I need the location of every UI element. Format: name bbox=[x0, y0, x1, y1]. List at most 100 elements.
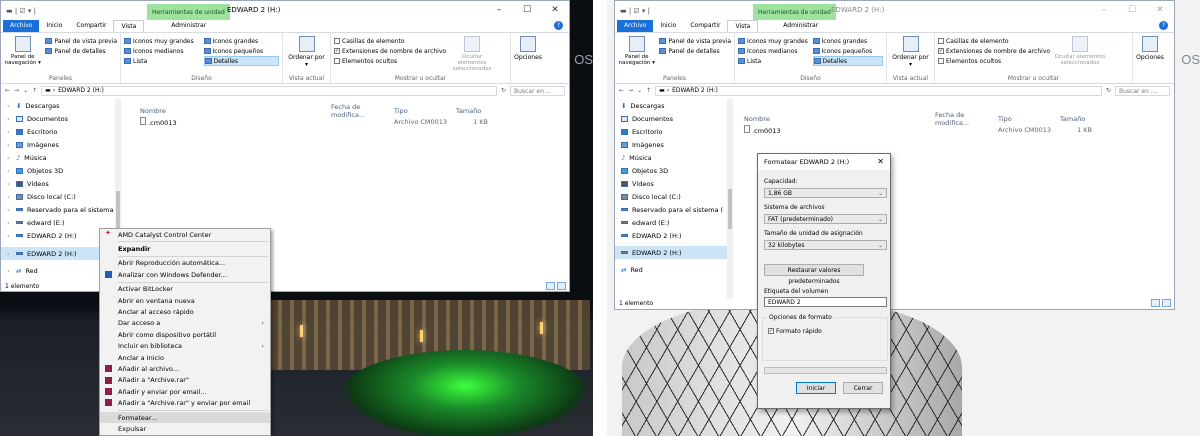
nav-item-documentos[interactable]: Documentos bbox=[615, 112, 733, 125]
forward-arrow-icon[interactable]: → bbox=[628, 87, 633, 94]
column-tipo[interactable]: Tipo bbox=[394, 107, 456, 115]
refresh-icon[interactable]: ↻ bbox=[1106, 87, 1111, 94]
layout-option[interactable]: Iconos pequeños bbox=[812, 46, 884, 56]
minimize-button[interactable]: – bbox=[1090, 1, 1118, 20]
column-fecha[interactable]: Fecha de modifica... bbox=[935, 111, 998, 127]
details-view-icon[interactable] bbox=[546, 282, 555, 290]
tab-inicio[interactable]: Inicio bbox=[39, 20, 69, 32]
tab-inicio[interactable]: Inicio bbox=[653, 20, 683, 32]
filesystem-select[interactable]: FAT (predeterminado) ⌄ bbox=[764, 214, 887, 224]
layout-option[interactable]: Iconos muy grandes bbox=[738, 36, 809, 46]
layout-option-selected[interactable]: Detalles bbox=[812, 56, 883, 66]
column-nombre[interactable]: Nombre bbox=[740, 115, 935, 123]
menu-item-autoplay[interactable]: Abrir Reproducción automática... bbox=[100, 258, 270, 269]
nav-item-disco-c[interactable]: › Disco local (C:) bbox=[1, 190, 121, 203]
nav-item-red[interactable]: ⇄ Red bbox=[615, 263, 733, 276]
forward-arrow-icon[interactable]: → bbox=[14, 87, 19, 94]
column-nombre[interactable]: Nombre bbox=[126, 107, 331, 115]
hide-selected-button[interactable]: Ocultar elementos seleccionados bbox=[1054, 36, 1106, 73]
address-bar[interactable]: ▬ › EDWARD 2 (H:) bbox=[655, 85, 1102, 96]
nav-item-escritorio[interactable]: › Escritorio bbox=[1, 125, 121, 138]
nav-pane-button[interactable]: Panel de navegación ▾ bbox=[4, 36, 41, 73]
start-button[interactable]: Iniciar bbox=[796, 382, 836, 394]
preview-pane-button[interactable]: Panel de vista previa bbox=[659, 36, 731, 46]
search-input[interactable]: Buscar en ... bbox=[510, 85, 565, 96]
nav-item-descargas[interactable]: ⬇ Descargas bbox=[615, 99, 733, 112]
back-arrow-icon[interactable]: ← bbox=[5, 87, 10, 94]
help-icon[interactable]: ? bbox=[554, 21, 563, 30]
up-arrow-icon[interactable]: ↑ bbox=[32, 87, 37, 94]
tab-vista[interactable]: Vista bbox=[113, 20, 145, 32]
sort-button[interactable]: Ordenar por ▾ bbox=[890, 54, 931, 68]
menu-item-new-window[interactable]: Abrir en ventana nueva bbox=[100, 295, 270, 306]
tab-administrar[interactable]: Administrar bbox=[164, 20, 213, 32]
checkbox-item-boxes[interactable]: Casillas de elemento bbox=[334, 36, 446, 46]
restore-defaults-button[interactable]: Restaurar valores predeterminados bbox=[764, 264, 864, 285]
close-button[interactable]: ✕ bbox=[541, 1, 569, 20]
maximize-button[interactable]: ☐ bbox=[513, 1, 541, 20]
up-arrow-icon[interactable]: ↑ bbox=[646, 87, 651, 94]
tab-administrar[interactable]: Administrar bbox=[776, 20, 825, 32]
nav-item-objetos-3d[interactable]: Objetos 3D bbox=[615, 164, 733, 177]
nav-item-edward2-h-selected[interactable]: EDWARD 2 (H:) bbox=[615, 246, 733, 259]
nav-item-imagenes[interactable]: › Imágenes bbox=[1, 138, 121, 151]
nav-item-musica[interactable]: ♪ Música bbox=[615, 151, 733, 164]
menu-item-expulsar[interactable]: Expulsar bbox=[100, 423, 270, 434]
layout-option[interactable]: Iconos muy grandes bbox=[124, 36, 200, 46]
refresh-icon[interactable]: ↻ bbox=[501, 87, 506, 94]
maximize-button[interactable]: ☐ bbox=[1118, 1, 1146, 20]
volume-label-input[interactable]: EDWARD 2 bbox=[764, 297, 887, 307]
tab-compartir[interactable]: Compartir bbox=[69, 20, 113, 32]
options-button[interactable]: Opciones bbox=[511, 33, 545, 83]
layout-option[interactable]: Lista bbox=[738, 56, 809, 66]
help-icon[interactable]: ? bbox=[1159, 21, 1168, 30]
checkbox-hidden[interactable]: Elementos ocultos bbox=[938, 56, 1050, 66]
menu-item-pin-quick[interactable]: Anclar al acceso rápido bbox=[100, 306, 270, 317]
menu-item-defender[interactable]: Analizar con Windows Defender... bbox=[100, 269, 270, 280]
column-tipo[interactable]: Tipo bbox=[998, 115, 1060, 123]
layout-option[interactable]: Lista bbox=[124, 56, 200, 66]
nav-item-objetos-3d[interactable]: › Objetos 3D bbox=[1, 164, 121, 177]
nav-item-edward-e[interactable]: edward (E:) bbox=[615, 216, 733, 229]
menu-item-amd[interactable]: ✦ AMD Catalyst Control Center bbox=[100, 229, 270, 240]
menu-item-rar-archive-email[interactable]: Añadir a "Archive.rar" y enviar por emai… bbox=[100, 397, 270, 408]
column-tamano[interactable]: Tamaño bbox=[456, 107, 496, 115]
back-arrow-icon[interactable]: ← bbox=[619, 87, 624, 94]
nav-item-reservado[interactable]: › Reservado para el sistema ( bbox=[1, 203, 121, 216]
nav-item-imagenes[interactable]: Imágenes bbox=[615, 138, 733, 151]
nav-item-musica[interactable]: › ♪ Música bbox=[1, 151, 121, 164]
preview-pane-button[interactable]: Panel de vista previa bbox=[45, 36, 117, 46]
options-button[interactable]: Opciones bbox=[1133, 33, 1167, 83]
chevron-down-icon[interactable]: ⌄ bbox=[637, 87, 642, 94]
sort-button[interactable]: Ordenar por ▾ bbox=[286, 54, 327, 68]
minimize-button[interactable]: – bbox=[485, 1, 513, 20]
nav-item-reservado[interactable]: Reservado para el sistema ( bbox=[615, 203, 733, 216]
menu-item-portable[interactable]: Abrir como dispositivo portátil bbox=[100, 329, 270, 340]
hide-selected-button[interactable]: Ocultar elementos seleccionados bbox=[450, 36, 494, 73]
chevron-down-icon[interactable]: ⌄ bbox=[23, 87, 28, 94]
layout-option[interactable]: Iconos pequeños bbox=[203, 46, 280, 56]
close-icon[interactable]: ✕ bbox=[877, 157, 884, 166]
layout-option[interactable]: Iconos grandes bbox=[812, 36, 884, 46]
column-tamano[interactable]: Tamaño bbox=[1060, 115, 1100, 123]
tab-archivo[interactable]: Archivo bbox=[3, 20, 40, 32]
menu-item-library[interactable]: Incluir en biblioteca › bbox=[100, 341, 270, 352]
menu-item-formatear[interactable]: Formatear... bbox=[100, 411, 270, 424]
nav-pane-button[interactable]: Panel de navegación ▾ bbox=[618, 36, 655, 73]
details-pane-button[interactable]: Panel de detalles bbox=[45, 46, 117, 56]
tab-archivo[interactable]: Archivo bbox=[617, 20, 654, 32]
capacity-select[interactable]: 1,86 GB ⌄ bbox=[764, 188, 887, 198]
layout-option[interactable]: Iconos medianos bbox=[124, 46, 200, 56]
menu-item-rar-add[interactable]: Añadir al archivo... bbox=[100, 363, 270, 374]
layout-option-selected[interactable]: Detalles bbox=[203, 56, 279, 66]
quick-format-checkbox[interactable]: ✓ Formato rápido bbox=[768, 326, 822, 336]
checkbox-item-boxes[interactable]: Casillas de elemento bbox=[938, 36, 1050, 46]
nav-item-disco-c[interactable]: Disco local (C:) bbox=[615, 190, 733, 203]
details-view-icon[interactable] bbox=[1151, 299, 1160, 307]
close-button[interactable]: Cerrar bbox=[843, 382, 883, 394]
checkbox-hidden[interactable]: Elementos ocultos bbox=[334, 56, 446, 66]
tab-compartir[interactable]: Compartir bbox=[683, 20, 727, 32]
menu-item-bitlocker[interactable]: Activar BitLocker bbox=[100, 284, 270, 295]
nav-item-descargas[interactable]: › ⬇ Descargas bbox=[1, 99, 121, 112]
large-icons-view-icon[interactable] bbox=[1162, 299, 1171, 307]
